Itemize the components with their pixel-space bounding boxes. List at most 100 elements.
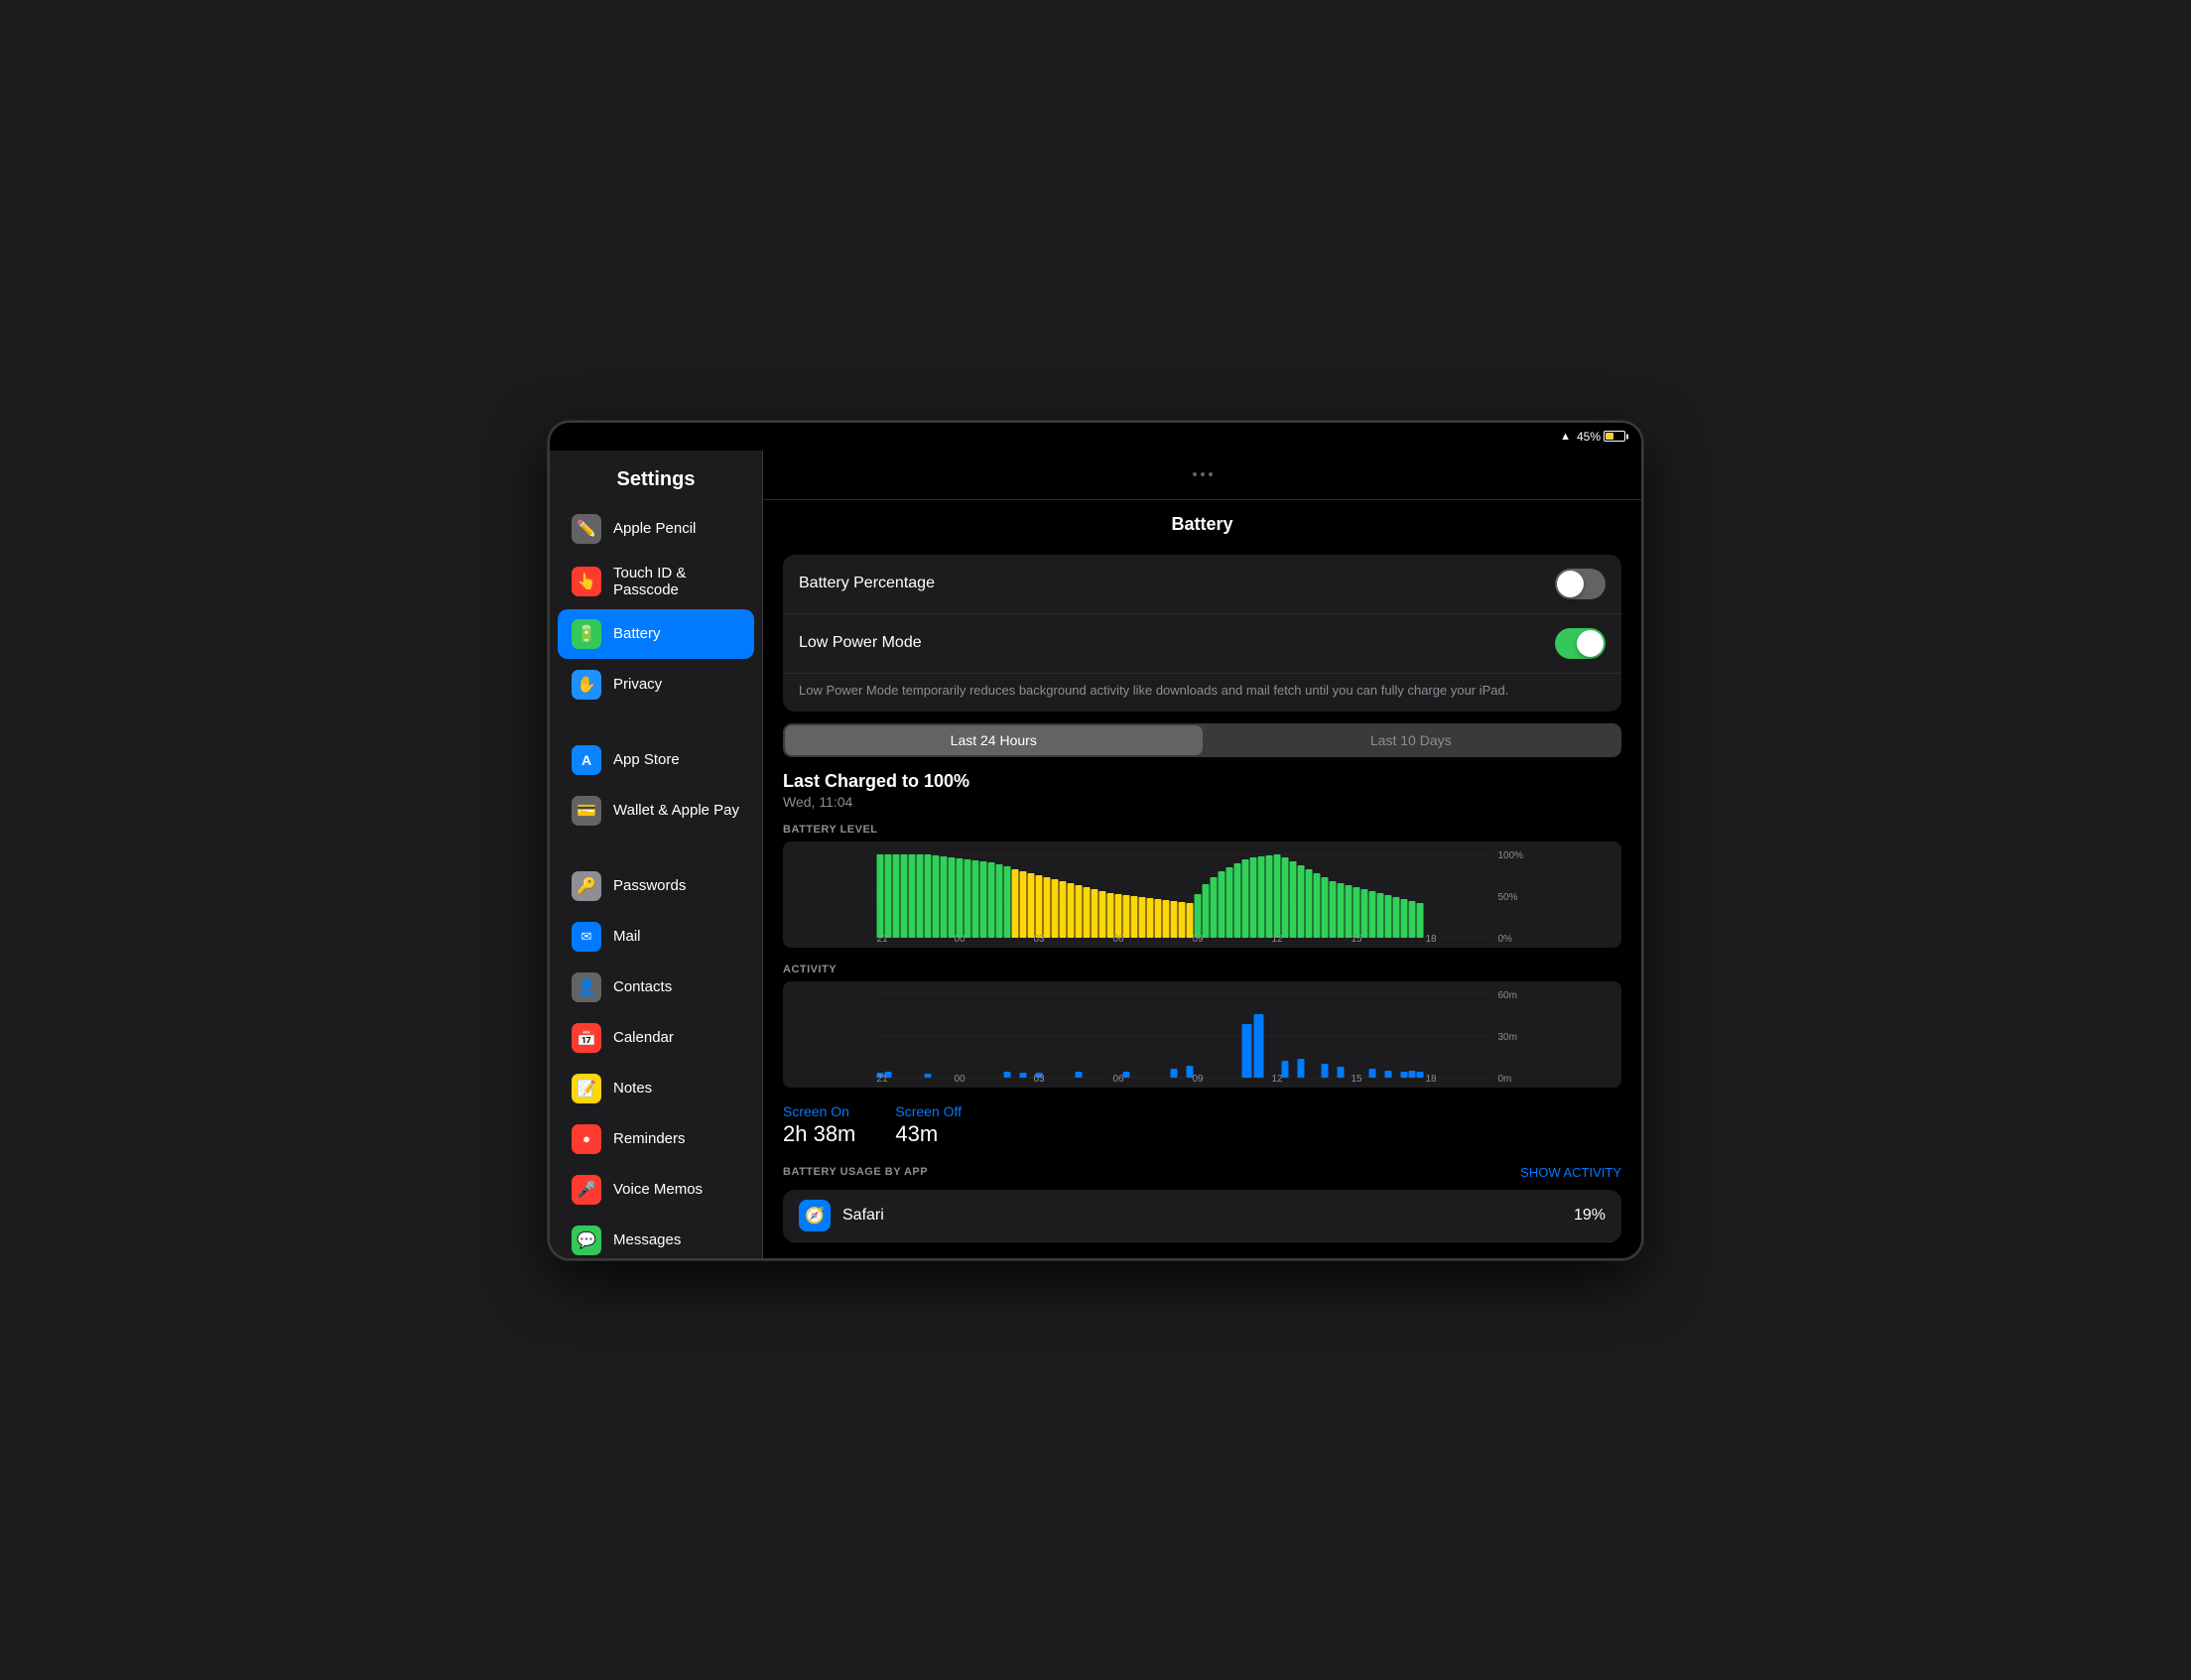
last-charged-section: Last Charged to 100% Wed, 11:04: [783, 771, 1621, 810]
wallet-icon: 💳: [572, 796, 601, 826]
low-power-mode-row: Low Power Mode: [783, 614, 1621, 674]
sidebar-label-reminders: Reminders: [613, 1130, 686, 1147]
dot-1: [1193, 472, 1197, 476]
svg-text:18: 18: [1426, 1074, 1438, 1084]
notes-icon: 📝: [572, 1074, 601, 1103]
battery-fill: [1606, 433, 1613, 440]
segment-last-24h[interactable]: Last 24 Hours: [785, 725, 1203, 755]
wifi-icon: ▲: [1560, 431, 1571, 443]
show-activity-button[interactable]: SHOW ACTIVITY: [1520, 1165, 1621, 1180]
safari-usage-percent: 19%: [1574, 1207, 1606, 1225]
safari-usage-name: Safari: [842, 1207, 1562, 1225]
svg-text:09: 09: [1193, 934, 1205, 944]
sidebar-label-notes: Notes: [613, 1080, 652, 1097]
ipad-frame: ▲ 45% Settings ✏️ Apple Pencil 👆 To: [548, 421, 1643, 1260]
svg-text:12: 12: [1272, 934, 1284, 944]
screen-stats: Screen On 2h 38m Screen Off 43m: [783, 1103, 1621, 1147]
sidebar-item-wallet[interactable]: 💳 Wallet & Apple Pay: [558, 786, 754, 836]
sidebar-item-privacy[interactable]: ✋ Privacy: [558, 660, 754, 710]
sidebar-label-wallet: Wallet & Apple Pay: [613, 802, 739, 819]
sidebar-label-voice-memos: Voice Memos: [613, 1181, 703, 1198]
svg-text:03: 03: [1034, 934, 1046, 944]
sidebar-title: Settings: [550, 451, 762, 503]
svg-text:100%: 100%: [1498, 850, 1524, 861]
screen-off-stat: Screen Off 43m: [895, 1103, 962, 1147]
activity-chart: 60m 30m 0m: [783, 989, 1621, 1084]
svg-text:30m: 30m: [1498, 1032, 1517, 1043]
sidebar-label-apple-pencil: Apple Pencil: [613, 520, 696, 537]
sidebar-label-messages: Messages: [613, 1231, 681, 1248]
low-power-mode-toggle[interactable]: [1555, 628, 1606, 659]
battery-icon: [1604, 431, 1625, 442]
svg-text:12: 12: [1272, 1074, 1284, 1084]
low-power-mode-toggle-knob: [1577, 630, 1604, 657]
sidebar-item-voice-memos[interactable]: 🎤 Voice Memos: [558, 1165, 754, 1215]
sidebar-item-app-store[interactable]: A App Store: [558, 735, 754, 785]
svg-text:0m: 0m: [1498, 1074, 1512, 1084]
svg-text:21: 21: [877, 934, 889, 944]
sidebar-item-passwords[interactable]: 🔑 Passwords: [558, 861, 754, 911]
touch-id-icon: 👆: [572, 567, 601, 596]
time-range-segment[interactable]: Last 24 Hours Last 10 Days: [783, 723, 1621, 757]
screen-on-stat: Screen On 2h 38m: [783, 1103, 855, 1147]
sidebar-label-app-store: App Store: [613, 751, 680, 768]
sidebar-item-calendar[interactable]: 📅 Calendar: [558, 1013, 754, 1063]
battery-percentage-toggle[interactable]: [1555, 569, 1606, 599]
battery-usage-section: BATTERY USAGE BY APP SHOW ACTIVITY 🧭 Saf…: [783, 1165, 1621, 1242]
privacy-icon: ✋: [572, 670, 601, 700]
usage-header: BATTERY USAGE BY APP SHOW ACTIVITY: [783, 1165, 1621, 1180]
svg-text:00: 00: [955, 934, 967, 944]
sidebar-item-contacts[interactable]: 👤 Contacts: [558, 963, 754, 1012]
sidebar-item-touch-id[interactable]: 👆 Touch ID & Passcode: [558, 555, 754, 608]
last-charged-subtitle: Wed, 11:04: [783, 794, 1621, 810]
svg-text:09: 09: [1193, 1074, 1205, 1084]
sidebar-label-contacts: Contacts: [613, 978, 672, 995]
sidebar-item-apple-pencil[interactable]: ✏️ Apple Pencil: [558, 504, 754, 554]
low-power-mode-label: Low Power Mode: [799, 634, 922, 652]
battery-percentage-row: Battery Percentage: [783, 555, 1621, 614]
svg-text:21: 21: [877, 1074, 889, 1084]
dots-menu[interactable]: [1193, 472, 1213, 476]
passwords-icon: 🔑: [572, 871, 601, 901]
sidebar-label-privacy: Privacy: [613, 676, 662, 693]
screen-on-label: Screen On: [783, 1103, 855, 1119]
detail-content: Battery Percentage Low Power Mode Low Po…: [763, 545, 1641, 1258]
status-bar: ▲ 45%: [550, 423, 1641, 451]
activity-label: ACTIVITY: [783, 964, 1621, 975]
app-usage-row-safari[interactable]: 🧭 Safari 19%: [783, 1190, 1621, 1242]
svg-text:06: 06: [1113, 934, 1125, 944]
activity-section: ACTIVITY 60m 30m 0m: [783, 964, 1621, 1088]
detail-panel: Battery Battery Percentage Low Power Mod…: [763, 451, 1641, 1258]
detail-header: [763, 451, 1641, 500]
sidebar-group-3: 🔑 Passwords ✉ Mail 👤 Contacts 📅 Calendar…: [550, 860, 762, 1258]
segment-last-10d[interactable]: Last 10 Days: [1203, 725, 1620, 755]
sidebar-item-notes[interactable]: 📝 Notes: [558, 1064, 754, 1113]
battery-settings-card: Battery Percentage Low Power Mode Low Po…: [783, 555, 1621, 711]
voice-memos-icon: 🎤: [572, 1175, 601, 1205]
battery-percent-text: 45%: [1577, 430, 1601, 444]
sidebar-item-mail[interactable]: ✉ Mail: [558, 912, 754, 962]
battery-level-label: BATTERY LEVEL: [783, 824, 1621, 836]
calendar-icon: 📅: [572, 1023, 601, 1053]
battery-nav-icon: 🔋: [572, 619, 601, 649]
screen-on-value: 2h 38m: [783, 1121, 855, 1147]
svg-text:15: 15: [1352, 1074, 1363, 1084]
sidebar-item-messages[interactable]: 💬 Messages: [558, 1216, 754, 1258]
sidebar-item-reminders[interactable]: ● Reminders: [558, 1114, 754, 1164]
sidebar-item-battery[interactable]: 🔋 Battery: [558, 609, 754, 659]
last-charged-title: Last Charged to 100%: [783, 771, 1621, 792]
battery-status-display: 45%: [1577, 430, 1625, 444]
sidebar-label-touch-id: Touch ID & Passcode: [613, 565, 740, 598]
activity-chart-container: 60m 30m 0m: [783, 981, 1621, 1088]
low-power-description: Low Power Mode temporarily reduces backg…: [783, 674, 1621, 711]
contacts-icon: 👤: [572, 972, 601, 1002]
battery-percentage-toggle-knob: [1557, 571, 1584, 597]
screen-off-label: Screen Off: [895, 1103, 962, 1119]
dot-2: [1201, 472, 1205, 476]
sidebar-label-mail: Mail: [613, 928, 641, 945]
screen-off-value: 43m: [895, 1121, 962, 1147]
sidebar-label-passwords: Passwords: [613, 877, 686, 894]
svg-text:50%: 50%: [1498, 892, 1518, 903]
battery-chart-container: 100% 50% 0%: [783, 841, 1621, 948]
main-content: Settings ✏️ Apple Pencil 👆 Touch ID & Pa…: [550, 451, 1641, 1258]
